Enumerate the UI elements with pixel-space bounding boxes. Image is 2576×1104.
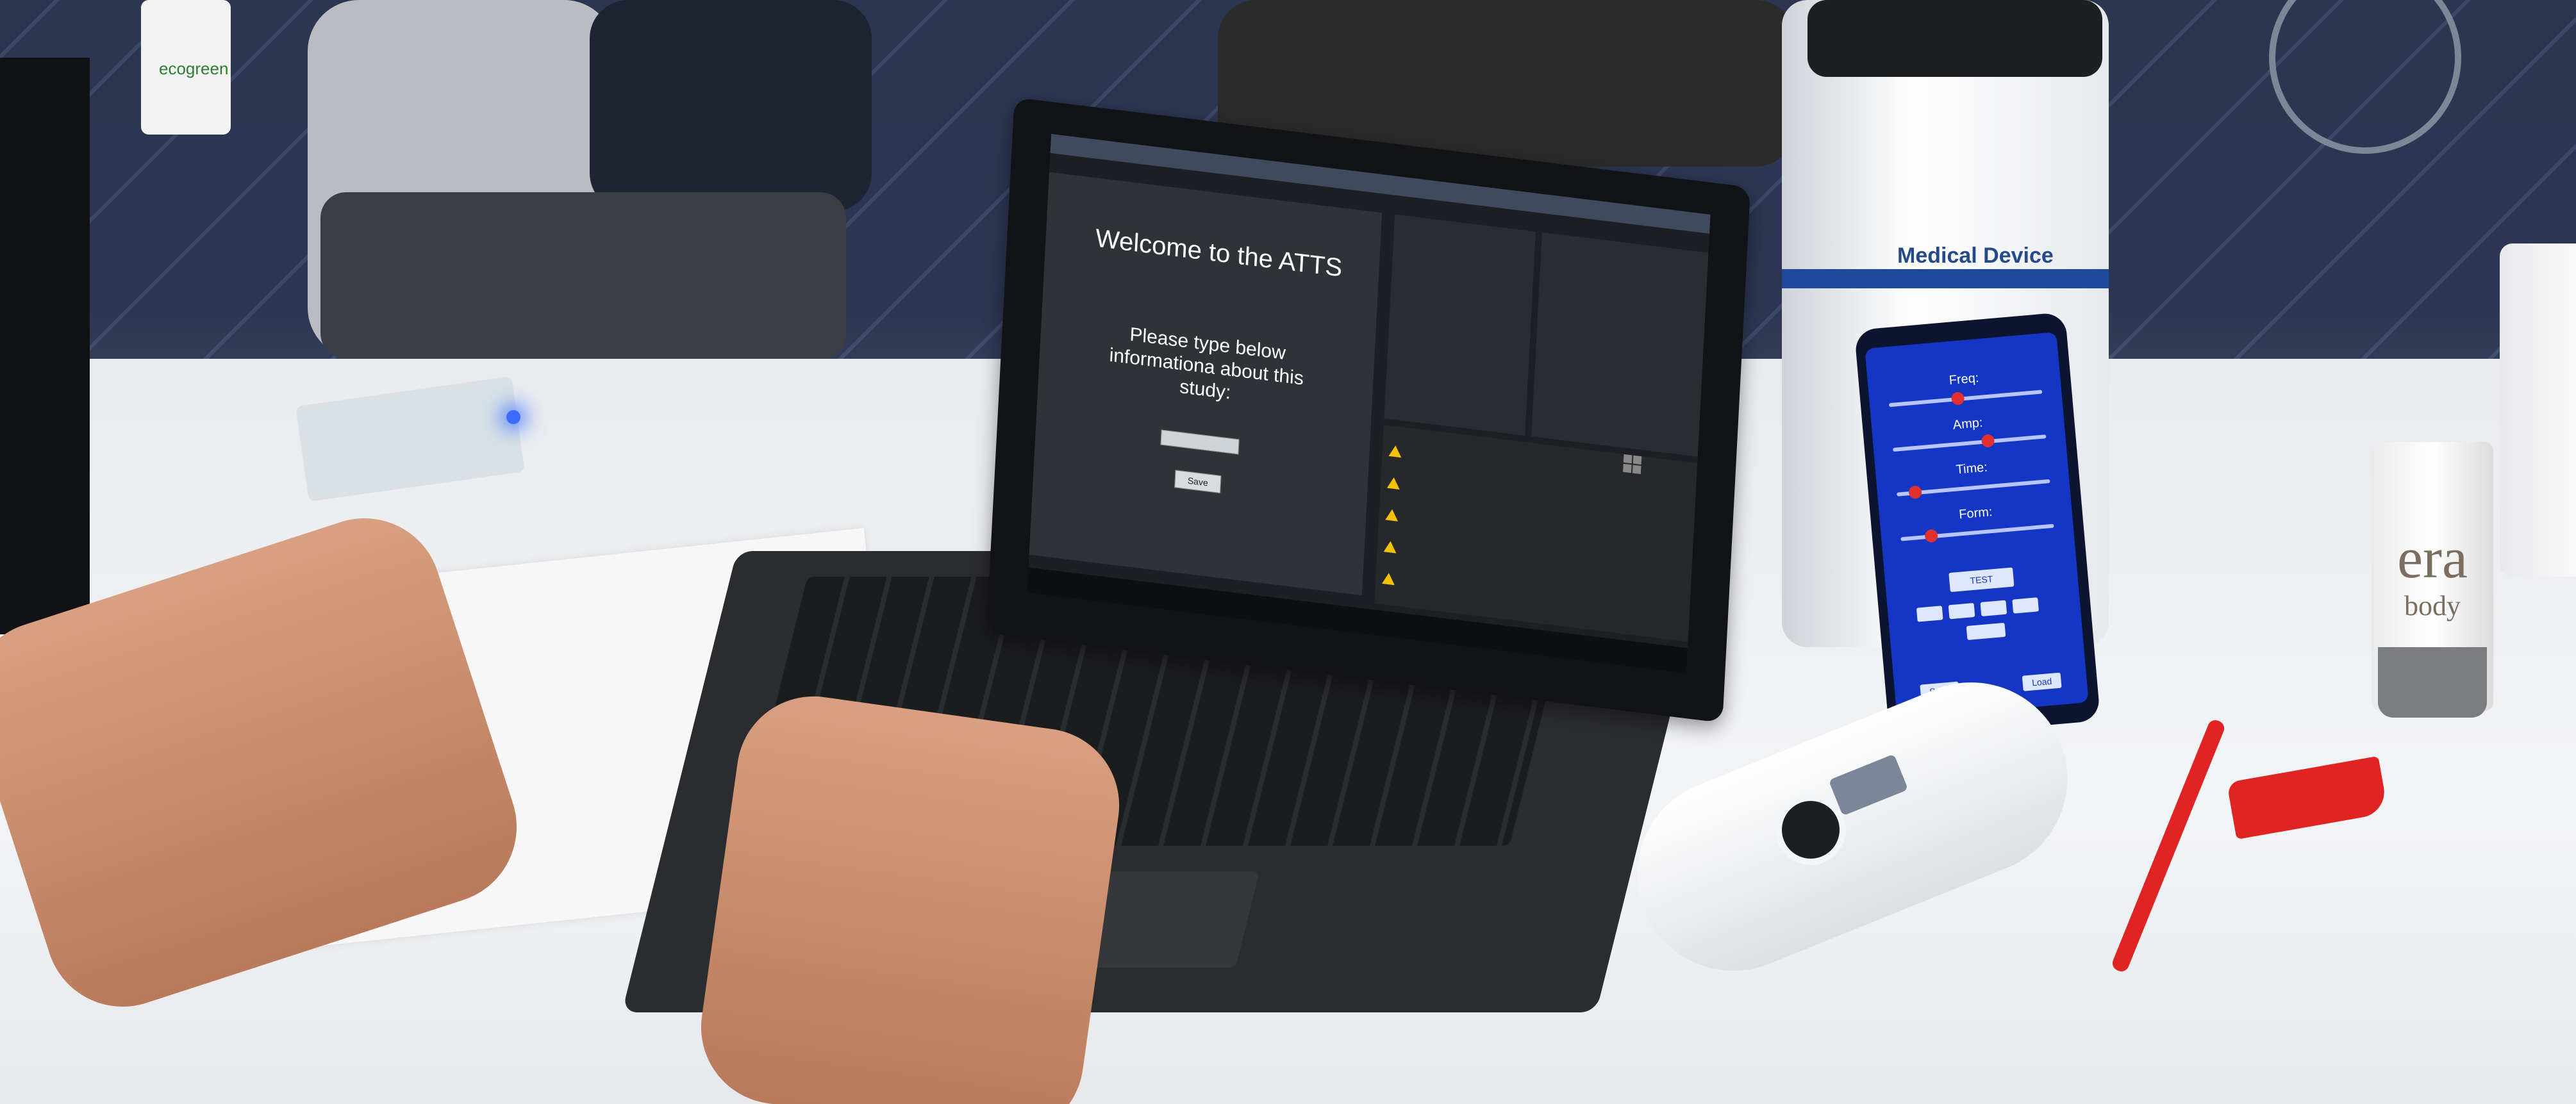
prompt-text: Please type below informationa about thi… [1108,324,1304,404]
right-hand [691,686,1129,1104]
warning-icon [1386,477,1400,490]
amp-slider[interactable] [1892,434,2047,452]
slider-knob[interactable] [1950,391,1965,406]
study-info-input[interactable] [1160,429,1240,455]
preset-button[interactable] [2012,597,2040,614]
hierarchy-panel [1384,214,1536,436]
preset-button[interactable] [1948,602,1975,620]
canister-stripe [1782,269,2109,288]
tube-sub: body [2404,590,2461,622]
tube-cap [2378,647,2487,718]
left-laptop [0,58,90,634]
welcome-title: Welcome to the ATTS [1095,224,1343,283]
seated-person [590,0,872,211]
phone-screen: Freq: Amp: Time: Form: TEST Save Load [1865,332,2089,720]
preset-button[interactable] [1966,622,2006,641]
tube-brand: era [2397,527,2468,590]
warning-icon [1381,572,1395,586]
slider-knob[interactable] [1908,485,1922,500]
test-button[interactable]: TEST [1949,567,2015,593]
load-button[interactable]: Load [2022,672,2062,691]
canister-label: Medical Device [1897,243,2054,268]
slider-knob[interactable] [1981,434,1995,448]
laptop-display: Welcome to the ATTS Please type below in… [1027,133,1711,674]
smartphone: Freq: Amp: Time: Form: TEST Save Load [1854,311,2101,739]
chair [320,192,846,359]
device-knob[interactable] [1775,795,1846,865]
freq-slider[interactable] [1888,390,2043,408]
time-slider[interactable] [1897,479,2050,500]
console-panel [1374,424,1698,642]
inspector-panel [1531,232,1709,457]
form-slider[interactable] [1900,523,2054,543]
windows-logo-icon [1622,454,1642,475]
game-view: Welcome to the ATTS Please type below in… [1029,172,1383,596]
warning-icon [1388,445,1402,458]
preset-button[interactable] [1980,600,2007,616]
warning-icon [1383,540,1397,554]
photo-scene: ecogreen Medical Device Welcome to the A… [0,0,2576,1104]
slider-knob[interactable] [1924,529,1938,543]
white-mug [2500,243,2576,577]
canister-lid [1807,0,2102,77]
preset-button[interactable] [1916,606,1943,622]
save-button[interactable]: Save [1174,470,1222,493]
blue-led [506,410,520,424]
laptop-screen: Welcome to the ATTS Please type below in… [986,97,1751,723]
warning-icon [1385,509,1399,522]
bag-label: ecogreen [159,59,229,78]
